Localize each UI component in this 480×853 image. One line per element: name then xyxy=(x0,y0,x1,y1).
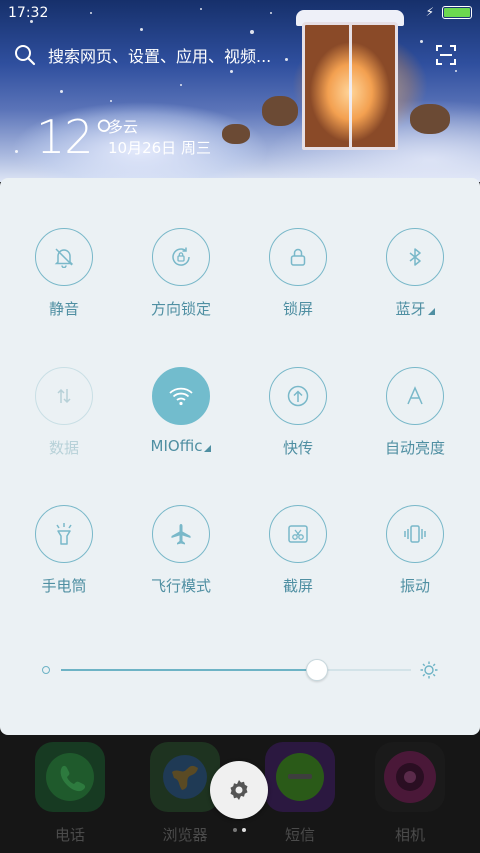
tile-label: 静音 xyxy=(48,300,79,318)
tile-label: MIOffic xyxy=(150,437,203,455)
tile-label: 飞行模式 xyxy=(150,577,211,595)
brightness-high-icon xyxy=(420,661,438,679)
dock-app-label: 短信 xyxy=(284,826,315,844)
tile-label: 截屏 xyxy=(282,577,313,595)
tile-auto-brightness[interactable]: 自动亮度 xyxy=(357,367,473,458)
brightness-track[interactable] xyxy=(61,659,411,681)
notification-header: 17:32 ⚡ 搜索网页、设置、应用、视频... 12° 多云 10月26日 周… xyxy=(0,0,480,182)
tile-label: 快传 xyxy=(282,439,313,457)
scissors-icon xyxy=(288,525,308,543)
bell-off-icon xyxy=(54,248,74,268)
tile-button[interactable] xyxy=(35,367,93,425)
dock-app-camera[interactable]: 相机 xyxy=(372,742,448,845)
message-icon xyxy=(265,742,335,812)
search-placeholder: 搜索网页、设置、应用、视频... xyxy=(48,47,272,66)
tile-button[interactable] xyxy=(386,505,444,563)
search-icon xyxy=(15,45,36,66)
charging-icon: ⚡ xyxy=(425,5,434,19)
vibrate-icon xyxy=(404,525,426,543)
tile-button[interactable] xyxy=(269,505,327,563)
page-dot-active xyxy=(242,828,246,832)
tile-button[interactable] xyxy=(152,505,210,563)
brightness-low-icon xyxy=(42,666,50,674)
bluetooth-icon xyxy=(409,248,421,266)
status-time: 17:32 xyxy=(8,5,49,21)
wallpaper-pinecone xyxy=(222,124,250,144)
tile-button[interactable] xyxy=(386,367,444,425)
letter-a-icon xyxy=(407,386,423,405)
tile-silent[interactable]: 静音 xyxy=(6,228,122,319)
tile-label-wrap: MIOffic xyxy=(123,437,239,455)
globe-icon xyxy=(150,742,220,812)
tile-button[interactable] xyxy=(269,228,327,286)
expand-triangle-icon xyxy=(427,308,435,315)
tile-button[interactable] xyxy=(152,367,210,425)
tile-quick-share[interactable]: 快传 xyxy=(240,367,356,458)
tile-screenshot[interactable]: 截屏 xyxy=(240,505,356,596)
tile-button[interactable] xyxy=(386,228,444,286)
tile-button[interactable] xyxy=(35,505,93,563)
dock-app-label: 电话 xyxy=(54,826,85,844)
weather-date: 10月26日 周三 xyxy=(108,139,211,157)
phone-icon xyxy=(35,742,105,812)
expand-triangle-icon xyxy=(204,445,212,452)
tile-label: 手电筒 xyxy=(41,577,87,595)
tile-flashlight[interactable]: 手电筒 xyxy=(6,505,122,596)
upload-icon xyxy=(287,385,309,407)
brightness-fill xyxy=(61,669,317,671)
tile-label: 蓝牙 xyxy=(395,300,426,318)
page-dot xyxy=(233,828,237,832)
data-arrows-icon xyxy=(57,388,71,404)
tile-vibrate[interactable]: 振动 xyxy=(357,505,473,596)
tile-label: 自动亮度 xyxy=(384,439,445,457)
weather-temperature[interactable]: 12° xyxy=(36,110,116,164)
weather-condition: 多云 xyxy=(108,118,139,136)
dock-app-phone[interactable]: 电话 xyxy=(32,742,108,845)
tile-airplane[interactable]: 飞行模式 xyxy=(123,505,239,596)
rotation-lock-icon xyxy=(172,247,190,266)
battery-icon xyxy=(442,5,472,19)
tile-button[interactable] xyxy=(35,228,93,286)
flashlight-icon xyxy=(56,523,72,545)
airplane-icon xyxy=(171,524,191,545)
page-indicator xyxy=(233,828,246,832)
lock-icon xyxy=(290,248,306,266)
dock-app-messages[interactable]: 短信 xyxy=(262,742,338,845)
dock-app-label: 浏览器 xyxy=(162,826,208,844)
tile-label: 方向锁定 xyxy=(150,300,211,318)
tile-wifi[interactable]: MIOffic xyxy=(123,367,239,455)
tile-label: 锁屏 xyxy=(282,300,313,318)
tile-button[interactable] xyxy=(152,228,210,286)
search-bar[interactable]: 搜索网页、设置、应用、视频... xyxy=(14,36,466,74)
tile-label: 振动 xyxy=(399,577,430,595)
wifi-icon xyxy=(169,387,193,406)
scan-icon[interactable] xyxy=(436,45,456,65)
tile-bluetooth[interactable]: 蓝牙 xyxy=(357,228,473,319)
settings-button[interactable] xyxy=(210,761,268,819)
gear-icon xyxy=(230,780,248,800)
camera-icon xyxy=(375,742,445,812)
brightness-slider[interactable] xyxy=(40,657,440,683)
tile-label-wrap: 蓝牙 xyxy=(357,298,473,319)
dock-app-label: 相机 xyxy=(394,826,425,844)
tile-rotation-lock[interactable]: 方向锁定 xyxy=(123,228,239,319)
status-icons: ⚡ xyxy=(426,5,472,19)
wallpaper-pinecone xyxy=(410,104,450,134)
battery-level-fill xyxy=(444,7,470,17)
tile-lock-screen[interactable]: 锁屏 xyxy=(240,228,356,319)
tile-data[interactable]: 数据 xyxy=(6,367,122,458)
wallpaper-pinecone xyxy=(262,96,298,126)
tile-button[interactable] xyxy=(269,367,327,425)
tile-label: 数据 xyxy=(48,439,79,457)
brightness-knob[interactable] xyxy=(305,659,328,681)
